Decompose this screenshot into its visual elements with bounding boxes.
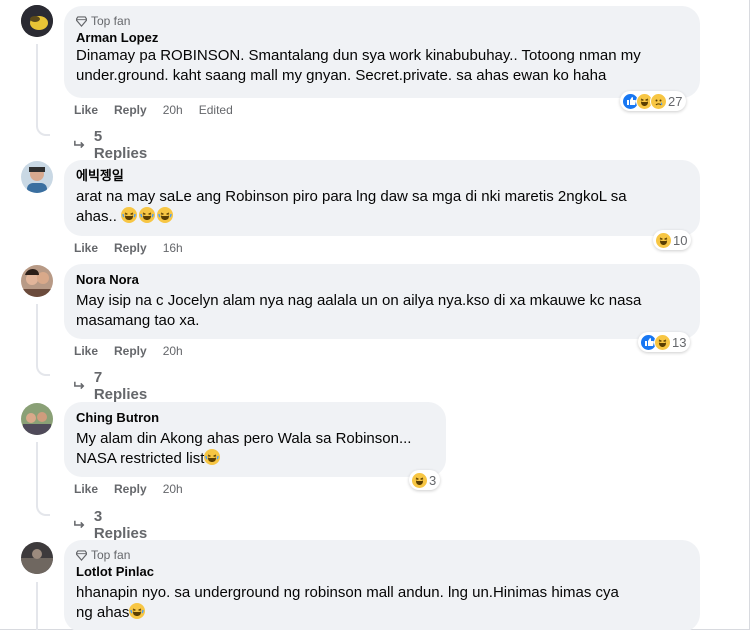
like-button[interactable]: Like: [74, 482, 98, 496]
avatar[interactable]: [21, 265, 53, 297]
comment-actions: Like Reply 20h: [74, 482, 183, 496]
thread-connector: [36, 124, 50, 136]
like-button[interactable]: Like: [74, 103, 98, 117]
timestamp[interactable]: 16h: [163, 241, 183, 255]
diamond-icon: [76, 16, 87, 27]
replies-label: 3 Replies: [93, 508, 148, 542]
thread-connector: [36, 504, 50, 516]
thread-line: [36, 582, 38, 630]
comments-panel: Top fan Arman Lopez Dinamay pa ROBINSON.…: [0, 0, 750, 630]
author-name[interactable]: Arman Lopez: [76, 29, 688, 46]
thread-connector: [36, 364, 50, 376]
rolling-laughing-emoji: [204, 449, 221, 465]
comment-actions: Like Reply 16h: [74, 241, 183, 255]
haha-icon: [655, 231, 672, 249]
reply-arrow-icon: [74, 520, 85, 529]
reaction-count: 13: [672, 334, 687, 350]
thread-line: [36, 44, 38, 126]
author-name[interactable]: Ching Butron: [76, 409, 434, 426]
reaction-count: 3: [429, 472, 437, 488]
comment-bubble: Nora Nora May isip na c Jocelyn alam nya…: [64, 264, 700, 339]
top-fan-badge: Top fan: [76, 548, 688, 563]
sad-icon: [650, 92, 667, 110]
comment-text-line: NASA restricted list: [76, 449, 434, 469]
reply-arrow-icon: [74, 381, 85, 390]
reply-arrow-icon: [74, 140, 85, 149]
comment-text-line: Dinamay pa ROBINSON. Smantalang dun sya …: [76, 47, 641, 64]
replies-label: 7 Replies: [93, 369, 148, 403]
avatar-image: [21, 542, 53, 574]
badge-label: Top fan: [91, 14, 131, 28]
like-button[interactable]: Like: [74, 241, 98, 255]
view-replies-button[interactable]: 7 Replies: [74, 369, 149, 403]
reaction-summary[interactable]: 13: [638, 332, 691, 352]
comment-text-segment: ng ahas: [76, 604, 130, 621]
avatar-image: [21, 403, 53, 435]
reply-button[interactable]: Reply: [114, 344, 147, 358]
comment-bubble: Top fan Lotlot Pinlac hhanapin nyo. sa u…: [64, 540, 700, 630]
comment-text-line: ng ahas: [76, 603, 688, 623]
avatar-image: [21, 5, 53, 37]
reply-button[interactable]: Reply: [114, 241, 147, 255]
comment-bubble: Ching Butron My alam din Akong ahas pero…: [64, 402, 446, 477]
view-replies-button[interactable]: 5 Replies: [74, 128, 149, 162]
avatar[interactable]: [21, 5, 53, 37]
view-replies-button[interactable]: 3 Replies: [74, 508, 149, 542]
reaction-summary[interactable]: 10: [653, 230, 692, 250]
comment-text-line: masamang tao xa.: [76, 312, 200, 329]
thread-line: [36, 442, 38, 506]
replies-label: 5 Replies: [93, 128, 148, 162]
timestamp[interactable]: 20h: [163, 482, 183, 496]
top-fan-badge: Top fan: [76, 14, 688, 29]
reaction-count: 27: [668, 93, 683, 109]
reaction-summary[interactable]: 27: [620, 91, 687, 111]
comment-bubble: 에빅젱일 arat na may saLe ang Robinson piro …: [64, 160, 700, 236]
comment-text-segment: ahas..: [76, 208, 117, 225]
author-name[interactable]: Lotlot Pinlac: [76, 563, 688, 580]
comment-actions: Like Reply 20h Edited: [74, 103, 233, 117]
comment-text-line: under.ground. kaht saang mall my gnyan. …: [76, 67, 607, 84]
comment-text-line: ahas..: [76, 207, 688, 227]
comment-bubble: Top fan Arman Lopez Dinamay pa ROBINSON.…: [64, 6, 700, 98]
avatar[interactable]: [21, 403, 53, 435]
reaction-count: 10: [673, 232, 688, 248]
author-name[interactable]: Nora Nora: [76, 271, 688, 288]
avatar[interactable]: [21, 161, 53, 193]
edited-label: Edited: [198, 103, 233, 117]
badge-label: Top fan: [91, 548, 131, 562]
reply-button[interactable]: Reply: [114, 482, 147, 496]
haha-icon: [654, 333, 671, 351]
comment-actions: Like Reply 20h: [74, 344, 183, 358]
avatar-image: [21, 161, 53, 193]
comment-text-line: arat na may saLe ang Robinson piro para …: [76, 188, 627, 205]
author-name[interactable]: 에빅젱일: [76, 167, 688, 184]
reply-button[interactable]: Reply: [114, 103, 147, 117]
avatar[interactable]: [21, 542, 53, 574]
diamond-icon: [76, 550, 87, 561]
reaction-summary[interactable]: 3: [409, 470, 441, 490]
comment-text-line: hhanapin nyo. sa underground ng robinson…: [76, 584, 619, 601]
laughing-emoji: [129, 603, 146, 619]
comment-text-line: My alam din Akong ahas pero Wala sa Robi…: [76, 430, 412, 447]
comment-text-segment: NASA restricted list: [76, 450, 205, 467]
haha-icon: [411, 471, 428, 489]
laughing-emoji: [121, 207, 138, 223]
laughing-emoji: [157, 207, 174, 223]
like-button[interactable]: Like: [74, 344, 98, 358]
avatar-image: [21, 265, 53, 297]
laughing-emoji: [139, 207, 156, 223]
comment-text-line: May isip na c Jocelyn alam nya nag aalal…: [76, 292, 642, 309]
timestamp[interactable]: 20h: [163, 103, 183, 117]
timestamp[interactable]: 20h: [163, 344, 183, 358]
thread-line: [36, 304, 38, 366]
